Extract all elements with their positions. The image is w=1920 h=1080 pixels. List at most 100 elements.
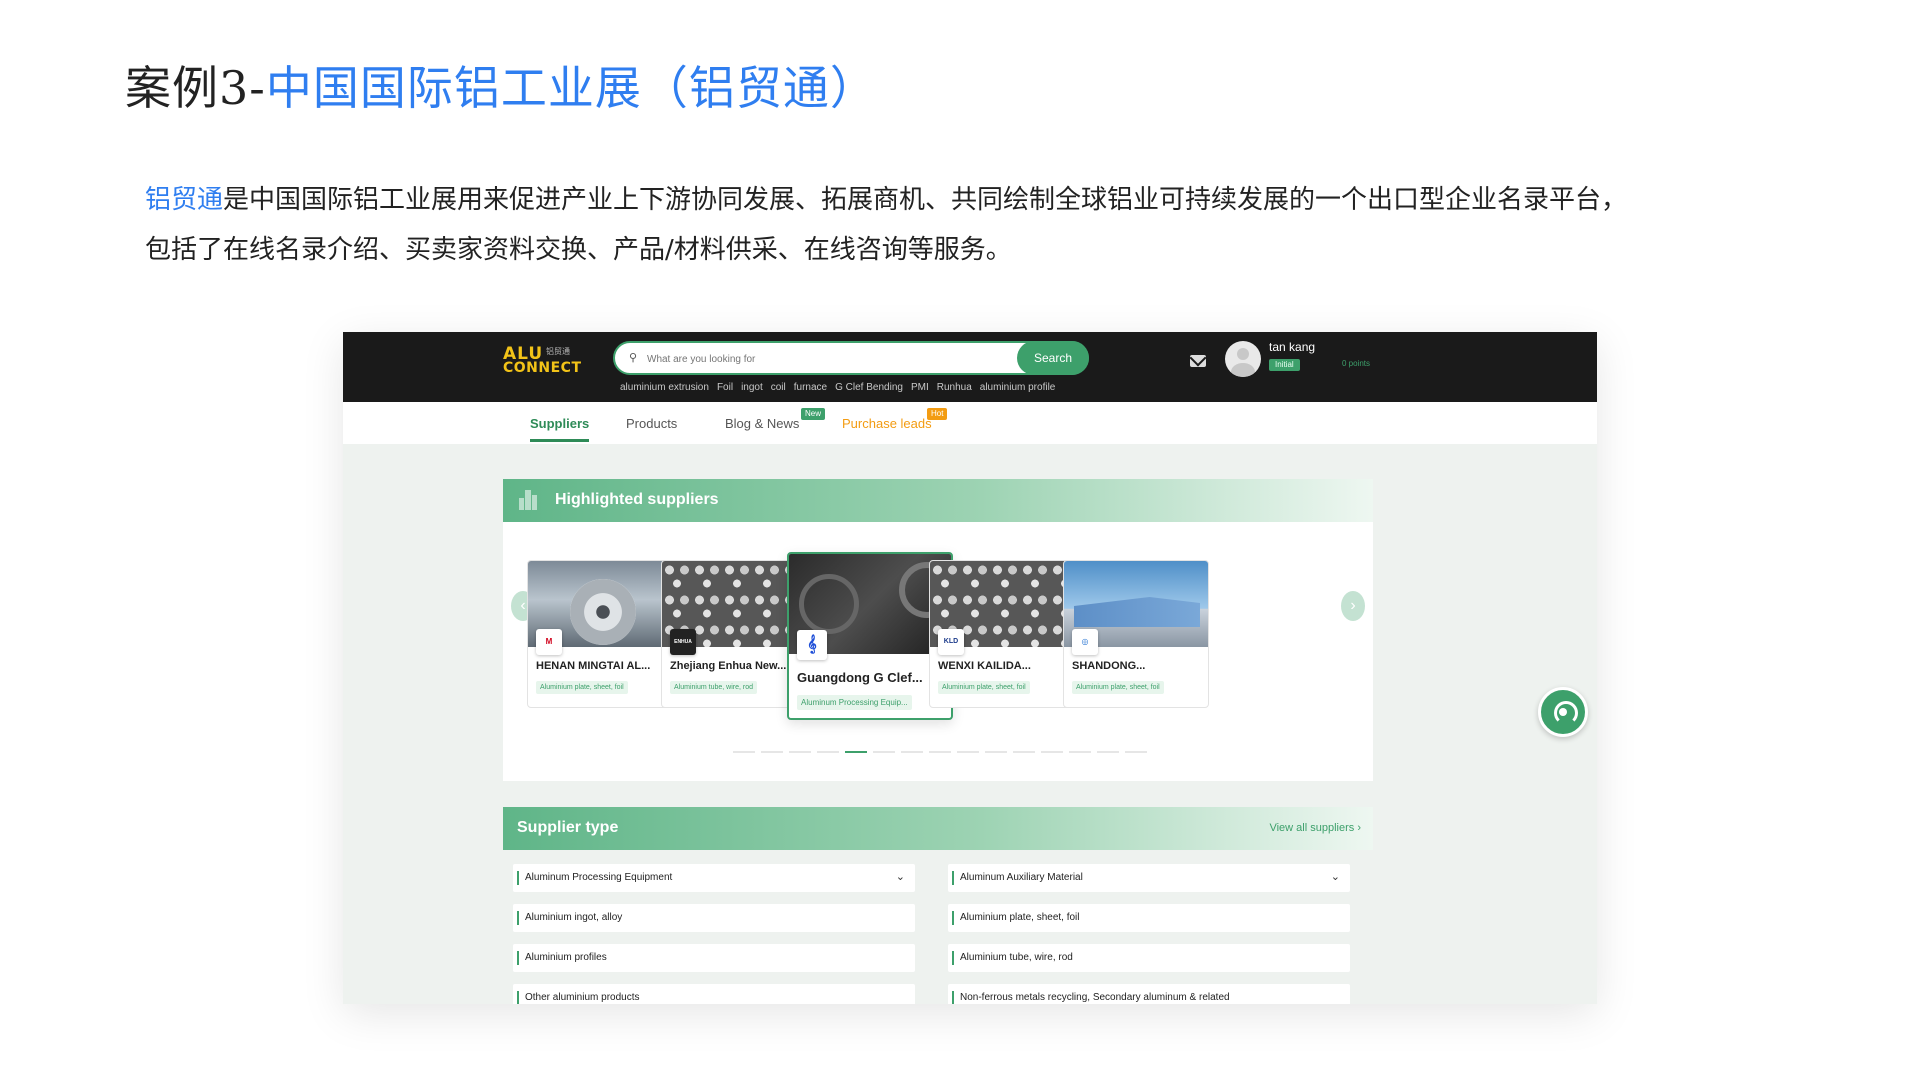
hot-word[interactable]: ingot [741,382,763,393]
supplier-logo: 𝄞 [797,630,827,660]
hot-word[interactable]: coil [771,382,786,393]
supplier-category: Aluminum Processing Equip... [797,695,912,710]
intro-line2: 包括了在线名录介绍、买卖家资料交换、产品/材料供采、在线咨询等服务。 [145,235,1012,265]
supplier-type-label: Aluminum Auxiliary Material [960,872,1083,883]
carousel-dot[interactable] [1069,751,1091,753]
intro-paragraph: 铝贸通是中国国际铝工业展用来促进产业上下游协同发展、拓展商机、共同绘制全球铝业可… [145,175,1785,275]
user-level-badge: Initial [1269,359,1300,371]
supplier-type-label: Other aluminium products [525,992,640,1003]
hot-word[interactable]: Runhua [937,382,972,393]
avatar[interactable] [1225,341,1261,377]
highlighted-suppliers-panel: Highlighted suppliers ‹ › M HENAN MINGTA… [503,479,1373,781]
highlighted-suppliers-header: Highlighted suppliers [503,479,1373,522]
supplier-card[interactable]: ◎ SHANDONG... Aluminium plate, sheet, fo… [1063,560,1209,708]
supplier-logo: ENHUA [670,629,696,655]
main-nav: Suppliers Products Blog & News New Purch… [343,402,1597,444]
search-icon: ⚲ [629,352,638,364]
supplier-category: Aluminium plate, sheet, foil [536,681,628,694]
mail-icon[interactable] [1190,355,1206,367]
supplier-logo: M [536,629,562,655]
carousel-dot[interactable] [1125,751,1147,753]
tab-blog-news[interactable]: Blog & News [725,416,799,431]
carousel-dot[interactable] [957,751,979,753]
chevron-down-icon[interactable]: ⌄ [1331,870,1340,883]
supplier-type-item[interactable]: Aluminum Processing Equipment ⌄ [513,864,915,892]
slide-title: 案例3-中国国际铝工业展（铝贸通） [125,52,877,118]
search-input[interactable] [647,349,987,369]
carousel-dot[interactable] [1097,751,1119,753]
supplier-name: SHANDONG... [1072,660,1146,672]
carousel-dot[interactable] [845,751,867,753]
slide-title-prefix: 案例3- [125,61,266,115]
hot-word[interactable]: Foil [717,382,733,393]
supplier-type-item[interactable]: Aluminium plate, sheet, foil [948,904,1350,932]
supplier-type-label: Aluminium ingot, alloy [525,912,623,923]
carousel-dot[interactable] [761,751,783,753]
headset-icon[interactable] [1538,687,1588,737]
hot-word[interactable]: aluminium extrusion [620,382,709,393]
site-logo[interactable]: ALU 铝贸通 CONNECT [503,344,591,378]
supplier-logo: KLD [938,629,964,655]
carousel-dot[interactable] [901,751,923,753]
supplier-type-item[interactable]: Aluminium profiles [513,944,915,972]
supplier-card[interactable]: M HENAN MINGTAI AL... Aluminium plate, s… [527,560,673,708]
hot-word[interactable]: PMI [911,382,929,393]
supplier-card[interactable]: ENHUA Zhejiang Enhua New... Aluminium tu… [661,560,807,708]
supplier-type-label: Aluminium plate, sheet, foil [960,912,1080,923]
carousel-dots [733,751,1147,753]
hot-word[interactable]: furnace [794,382,827,393]
supplier-category: Aluminium tube, wire, rod [670,681,757,694]
site-header: ALU 铝贸通 CONNECT ⚲ Search aluminium extru… [343,332,1597,402]
user-name[interactable]: tan kang [1269,340,1315,354]
carousel-dot[interactable] [733,751,755,753]
supplier-type-label: Aluminum Processing Equipment [525,872,673,883]
supplier-category: Aluminium plate, sheet, foil [1072,681,1164,694]
supplier-type-item[interactable]: Other aluminium products [513,984,915,1004]
supplier-logo: ◎ [1072,629,1098,655]
logo-connect: CONNECT [503,360,582,376]
supplier-type-header: Supplier type View all suppliers › [503,807,1373,850]
supplier-category: Aluminium plate, sheet, foil [938,681,1030,694]
intro-brand: 铝贸通 [145,185,224,215]
logo-cn: 铝贸通 [546,347,570,356]
supplier-type-item[interactable]: Aluminium ingot, alloy [513,904,915,932]
search-button[interactable]: Search [1017,341,1089,375]
arrow-right-icon[interactable]: › [1341,591,1365,621]
supplier-type-item[interactable]: Aluminum Auxiliary Material ⌄ [948,864,1350,892]
hot-word[interactable]: aluminium profile [980,382,1056,393]
intro-line1: 是中国国际铝工业展用来促进产业上下游协同发展、拓展商机、共同绘制全球铝业可持续发… [223,185,1628,215]
highlighted-suppliers-title: Highlighted suppliers [555,491,719,508]
carousel-dot[interactable] [789,751,811,753]
carousel-dot[interactable] [873,751,895,753]
supplier-card[interactable]: KLD WENXI KAILIDA... Aluminium plate, sh… [929,560,1075,708]
view-all-label: View all suppliers [1269,822,1355,834]
supplier-name: HENAN MINGTAI AL... [536,660,651,672]
slide-title-accent: 中国国际铝工业展（铝贸通） [265,61,877,115]
hot-tag: Hot [927,408,948,420]
view-all-suppliers-link[interactable]: View all suppliers › [1269,822,1361,834]
carousel-dot[interactable] [1013,751,1035,753]
search-bar: ⚲ Search [613,341,1089,375]
hot-word[interactable]: G Clef Bending [835,382,903,393]
user-points: 0 points [1342,359,1371,368]
tab-purchase-leads[interactable]: Purchase leads [842,416,932,431]
supplier-type-item[interactable]: Aluminium tube, wire, rod [948,944,1350,972]
tab-products[interactable]: Products [626,416,677,431]
supplier-type-label: Non-ferrous metals recycling, Secondary … [960,992,1230,1003]
chevron-down-icon[interactable]: ⌄ [896,870,905,883]
carousel-dot[interactable] [985,751,1007,753]
supplier-name: WENXI KAILIDA... [938,660,1031,672]
carousel-dot[interactable] [1041,751,1063,753]
tab-suppliers[interactable]: Suppliers [530,416,590,442]
supplier-type-label: Aluminium tube, wire, rod [960,952,1073,963]
website-screenshot: ALU 铝贸通 CONNECT ⚲ Search aluminium extru… [343,332,1597,1004]
chevron-right-icon: › [1357,822,1361,834]
supplier-type-item[interactable]: Non-ferrous metals recycling, Secondary … [948,984,1350,1004]
supplier-name: Guangdong G Clef... [797,670,923,685]
carousel-dot[interactable] [817,751,839,753]
carousel-dot[interactable] [929,751,951,753]
building-icon [519,490,537,510]
new-tag: New [801,408,826,420]
hot-search-words: aluminium extrusion Foil ingot coil furn… [620,382,1055,393]
supplier-type-label: Aluminium profiles [525,952,607,963]
